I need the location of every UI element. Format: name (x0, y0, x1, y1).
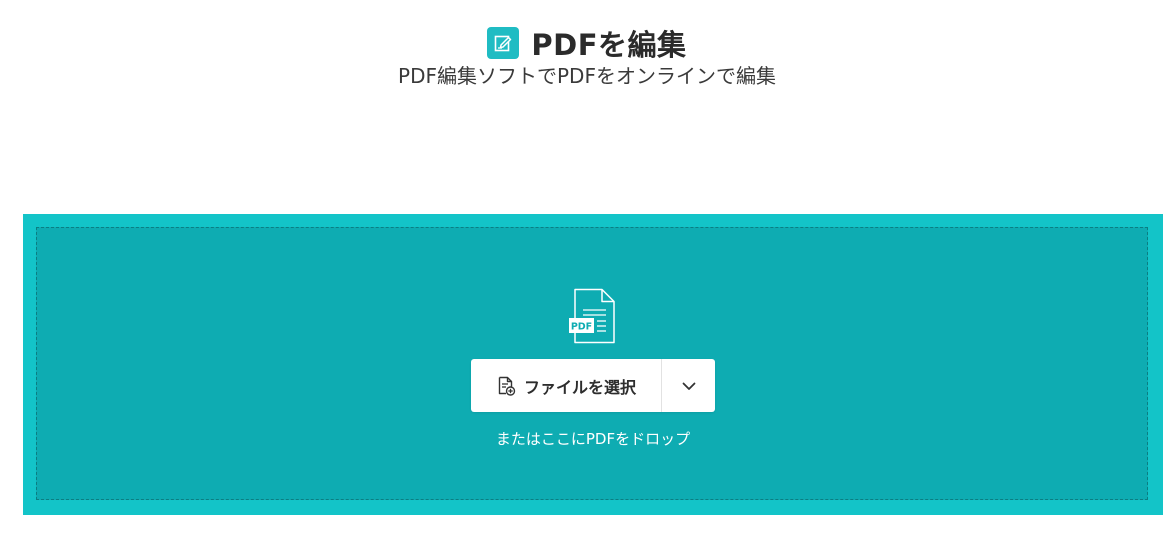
select-file-button[interactable]: ファイルを選択 (471, 359, 661, 412)
page: PDFを編集 PDF編集ソフトでPDFをオンラインで編集 PDF ファイルを選択… (0, 0, 1174, 544)
page-title: PDFを編集 (531, 28, 687, 62)
dropzone-area[interactable]: PDF ファイルを選択 またはここにPDFをドロップ (36, 227, 1148, 500)
pdf-file-icon: PDF (569, 288, 615, 344)
drop-hint: またはここにPDFをドロップ (495, 430, 691, 448)
header: PDFを編集 (0, 22, 1174, 64)
select-file-label: ファイルを選択 (523, 377, 636, 397)
edit-document-icon (487, 27, 520, 59)
file-add-icon (498, 376, 516, 396)
pdf-badge-label: PDF (571, 322, 592, 333)
dropzone[interactable]: PDF ファイルを選択 またはここにPDFをドロップ (23, 214, 1163, 515)
page-subtitle: PDF編集ソフトでPDFをオンラインで編集 (398, 64, 776, 88)
chevron-down-icon (682, 382, 695, 390)
file-select-group: ファイルを選択 (471, 359, 715, 412)
upload-options-dropdown[interactable] (662, 359, 715, 412)
